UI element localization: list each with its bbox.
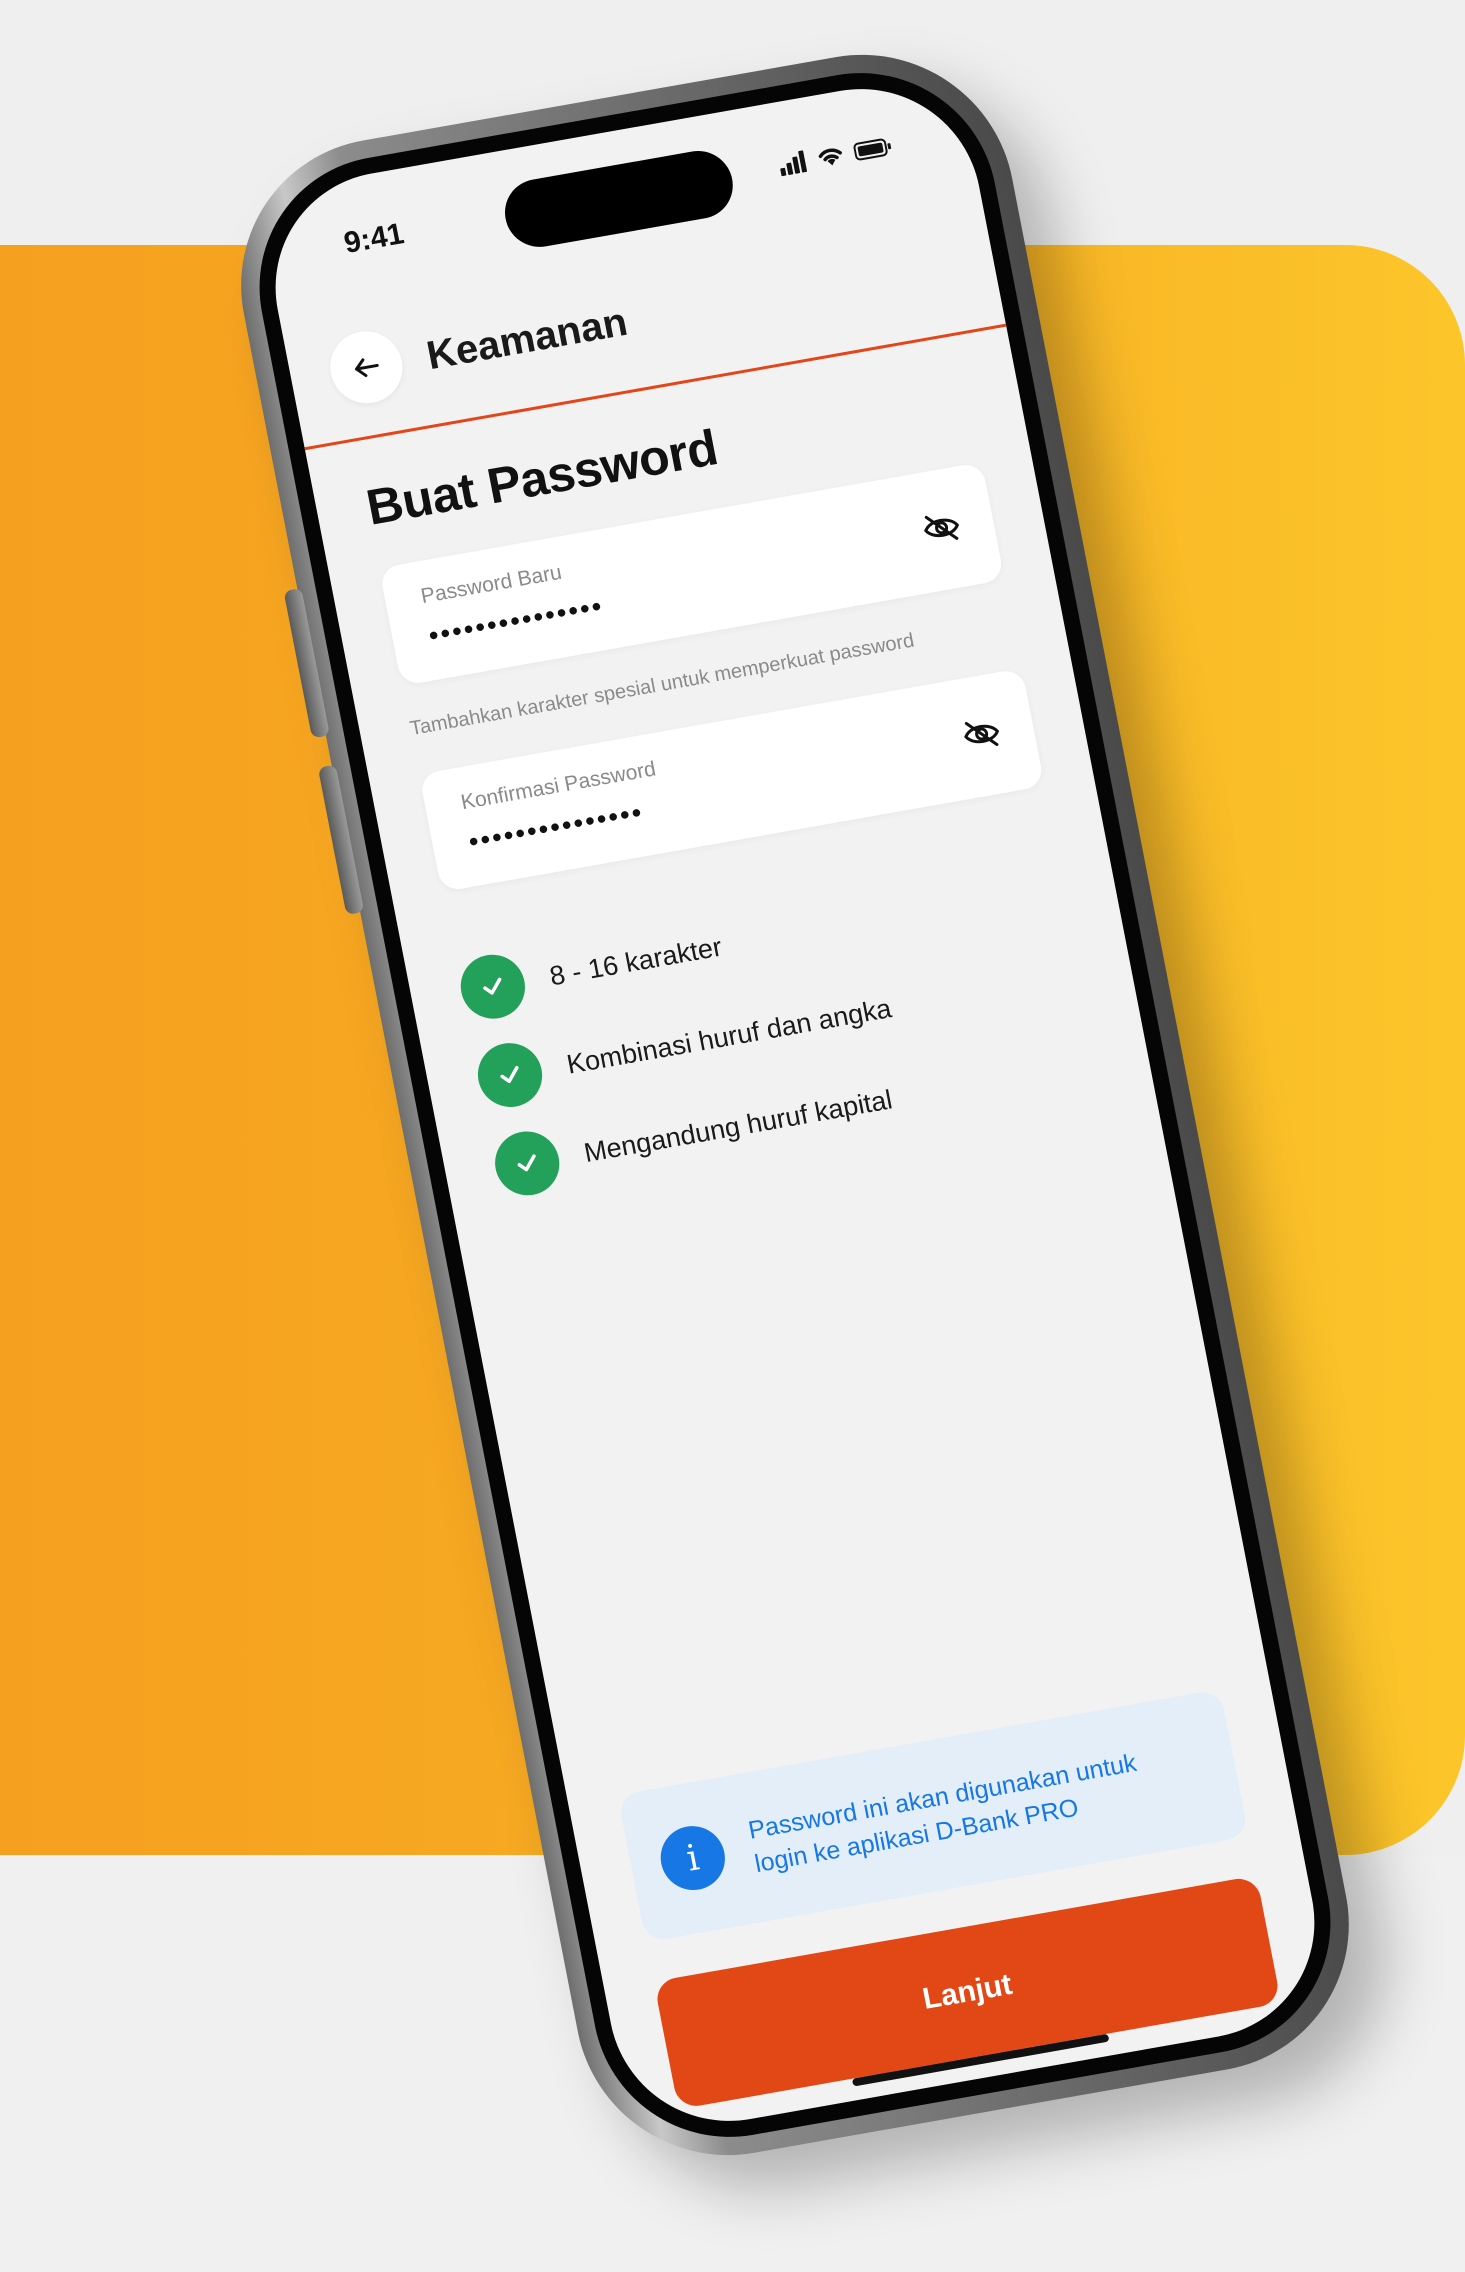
wifi-icon [818,148,842,166]
requirement-label: Kombinasi huruf dan angka [564,992,894,1080]
requirement-label: 8 - 16 karakter [547,931,725,991]
battery-icon [853,138,892,161]
back-button[interactable] [324,325,409,409]
check-icon [489,1126,565,1201]
requirement-length: 8 - 16 karakter [455,915,727,1024]
eye-off-icon[interactable] [918,505,965,551]
check-icon [455,949,531,1024]
header-title: Keamanan [423,299,631,378]
requirement-label: Mengandung huruf kapital [581,1083,895,1168]
check-icon [472,1038,548,1113]
eye-off-icon[interactable] [958,711,1005,757]
info-icon: i [655,1821,731,1896]
info-text: Password ini akan digunakan untuk login … [745,1731,1231,1881]
signal-icon [780,150,807,177]
arrow-left-icon [355,358,379,378]
status-icons [777,135,893,177]
marketing-stage: 9:41 Keamanan Buat Password Password Bar… [0,0,1465,2272]
status-time: 9:41 [341,217,407,261]
